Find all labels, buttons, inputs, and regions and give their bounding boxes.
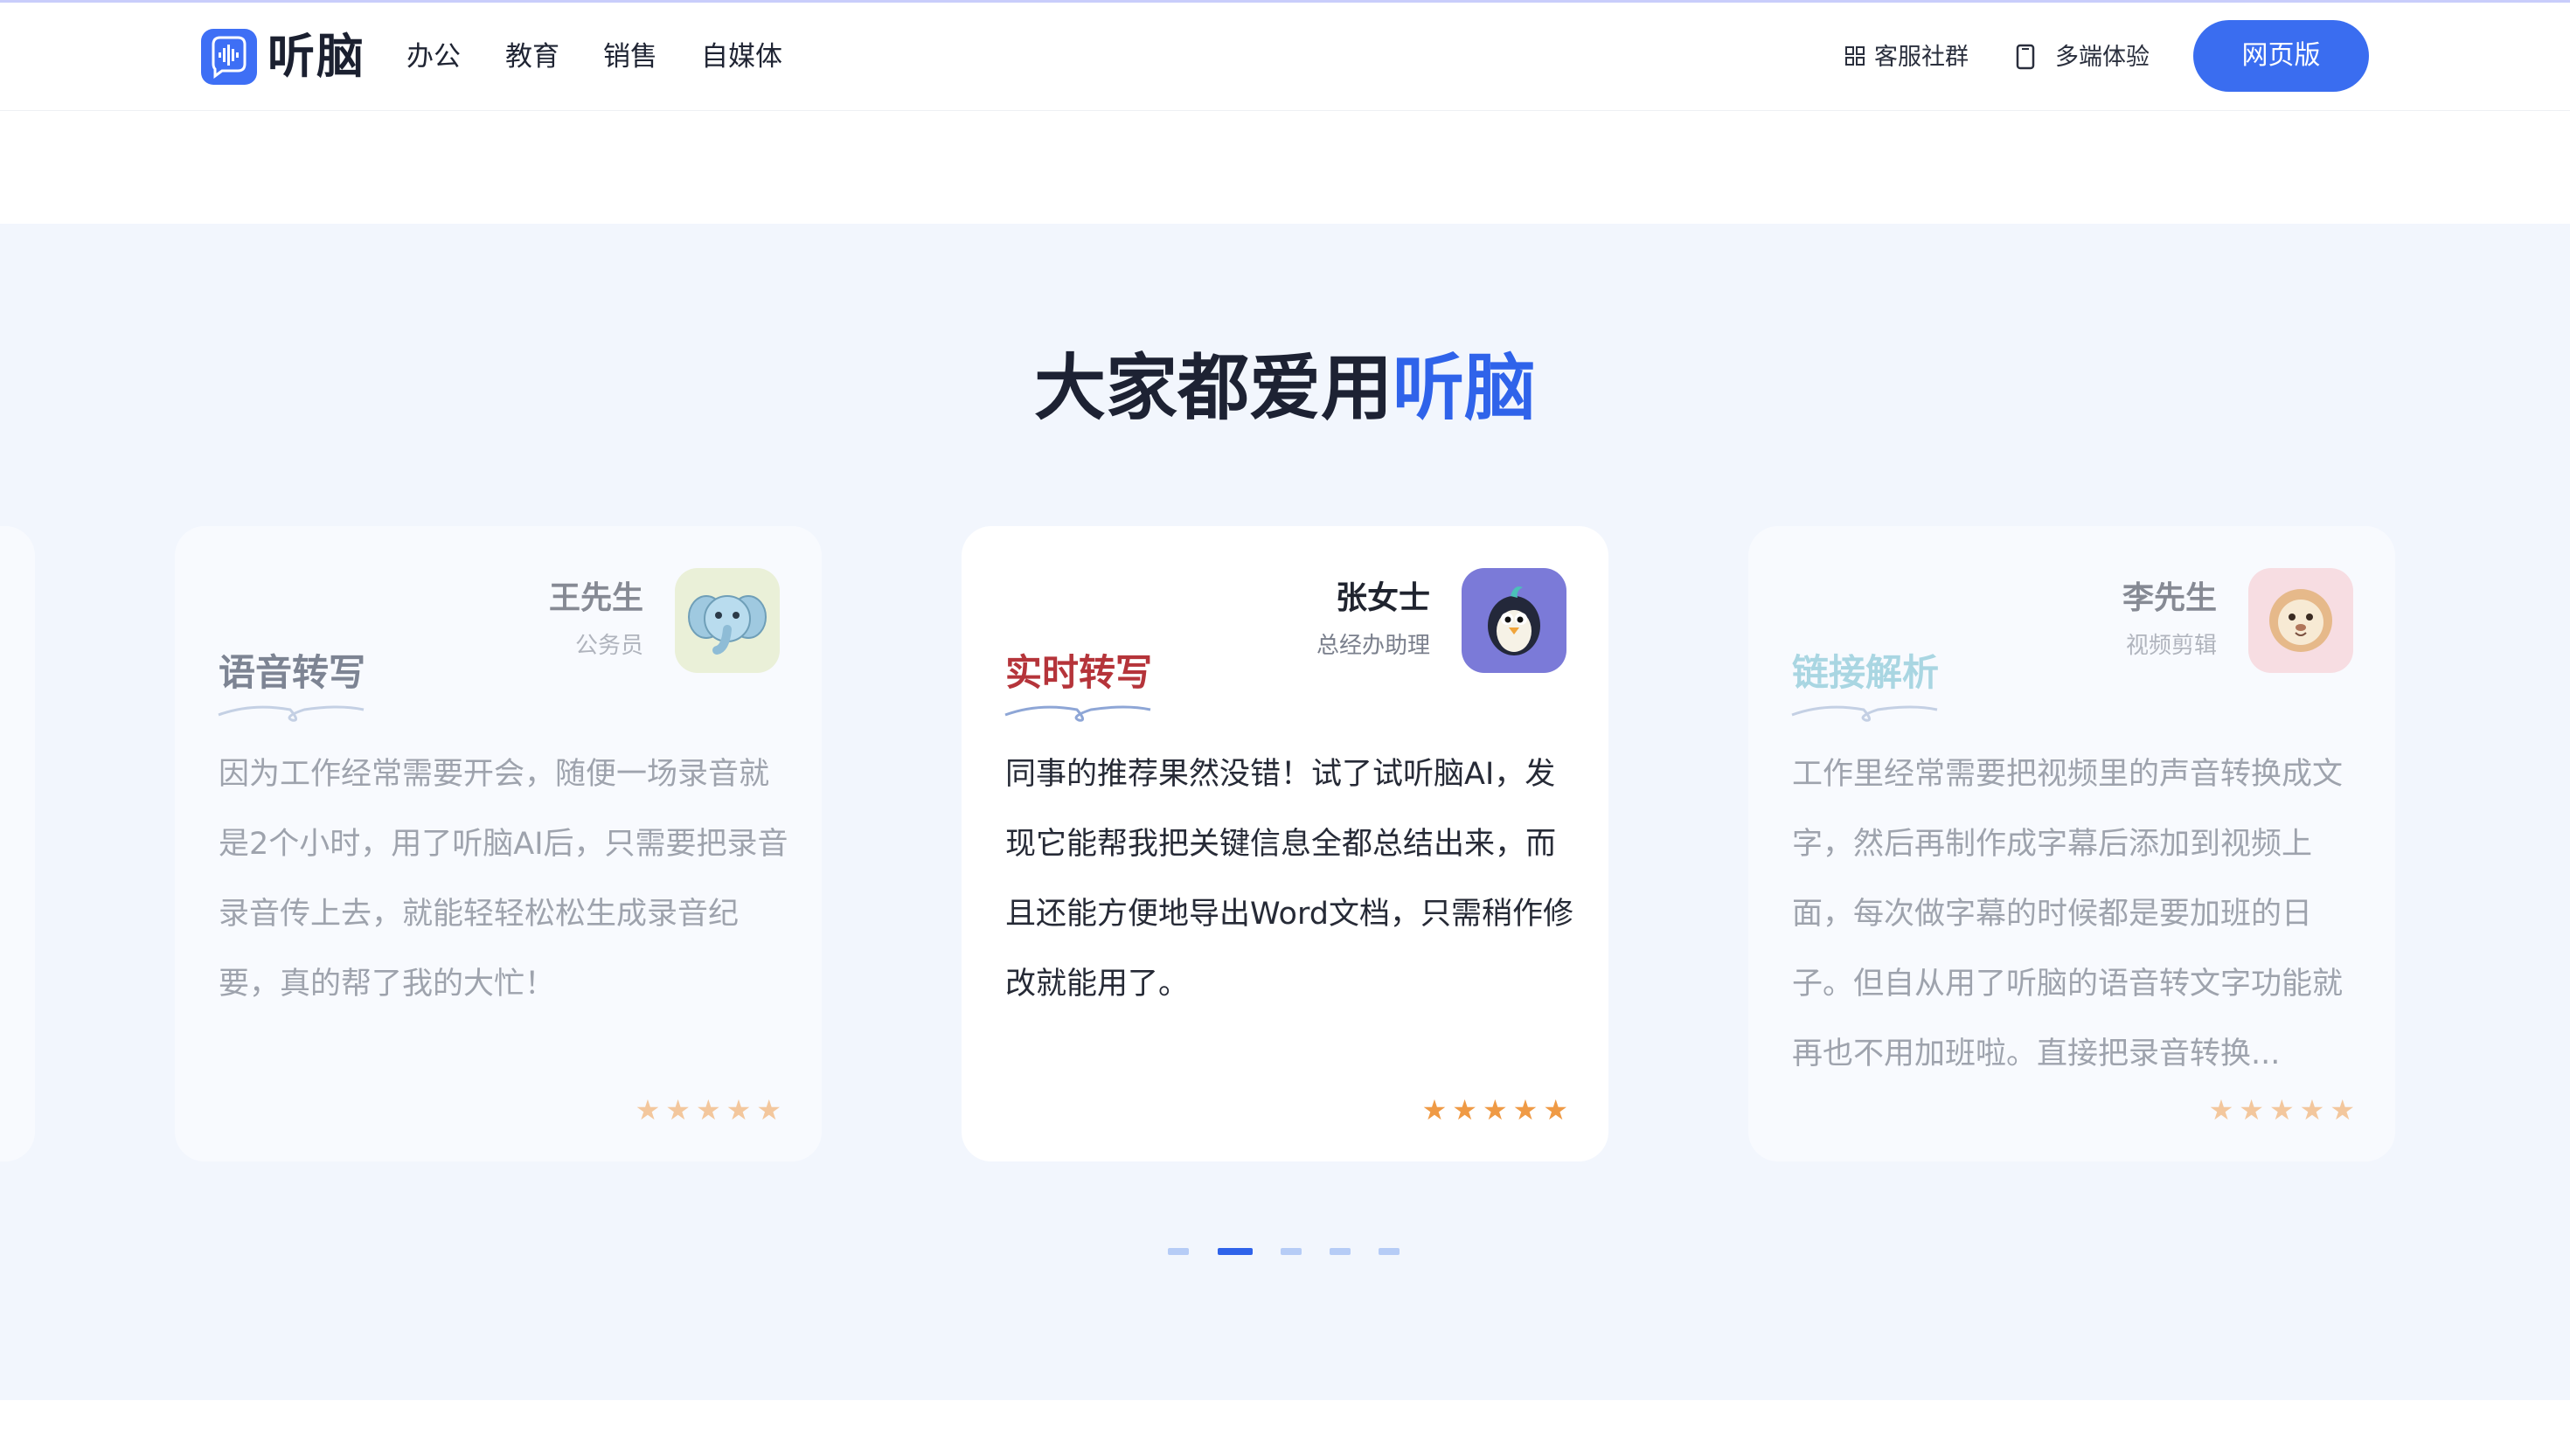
rating-stars: ★★★★★ bbox=[1421, 1093, 1573, 1127]
nav-item-sales[interactable]: 销售 bbox=[603, 38, 657, 76]
feature-tag: 语音转写 bbox=[219, 651, 366, 694]
phone-icon bbox=[2016, 44, 2035, 70]
user-role: 视频剪辑 bbox=[2125, 633, 2217, 659]
pager-dot-4[interactable] bbox=[1330, 1248, 1351, 1255]
squiggle-underline bbox=[1004, 705, 1151, 722]
testimonial-card[interactable]: 李先生 视频剪辑 链接解析 工作里经常需要把视频里的声音转换成文字，然后再制作成… bbox=[1748, 526, 2395, 1161]
web-version-button[interactable]: 网页版 bbox=[2193, 20, 2369, 92]
multi-device-link[interactable]: 多端体验 bbox=[2015, 38, 2155, 77]
user-name: 李先生 bbox=[2122, 580, 2217, 616]
squiggle-underline bbox=[1791, 705, 1938, 722]
testimonial-card[interactable]: 张女士 总经办助理 实时转写 同事的推荐果然没错！试了试听脑AI，发现它能帮我把… bbox=[962, 526, 1608, 1161]
nav-item-education[interactable]: 教育 bbox=[505, 38, 559, 76]
section-title-prefix: 大家都爱用 bbox=[1033, 347, 1393, 430]
testimonials-section: 大家都爱用听脑 王先生 公务员 语音转写 因为工作经常需要开会，随便一场录音就是… bbox=[0, 224, 2570, 1400]
elephant-avatar bbox=[675, 568, 780, 673]
rating-stars: ★★★★★ bbox=[635, 1093, 787, 1127]
testimonial-card-partial[interactable] bbox=[0, 526, 35, 1161]
penguin-avatar bbox=[1462, 568, 1566, 673]
testimonial-quote: 工作里经常需要把视频里的声音转换成文字，然后再制作成字幕后添加到视频上面，每次做… bbox=[1792, 757, 2344, 1071]
rating-stars: ★★★★★ bbox=[2208, 1093, 2360, 1127]
user-name: 张女士 bbox=[1335, 580, 1430, 616]
nav-item-self-media[interactable]: 自媒体 bbox=[701, 38, 782, 76]
feature-tag: 实时转写 bbox=[1005, 651, 1153, 694]
user-role: 公务员 bbox=[574, 633, 643, 659]
brand-logo-icon[interactable] bbox=[201, 29, 257, 85]
testimonial-card[interactable]: 王先生 公务员 语音转写 因为工作经常需要开会，随便一场录音就是2个小时，用了听… bbox=[175, 526, 822, 1161]
lion-avatar bbox=[2248, 568, 2353, 673]
user-role: 总经办助理 bbox=[1316, 633, 1430, 659]
multi-device-label: 多端体验 bbox=[2055, 44, 2150, 71]
pager-dot-2-active[interactable] bbox=[1218, 1248, 1253, 1255]
section-title: 大家都爱用听脑 bbox=[0, 341, 2570, 437]
pager-dot-5[interactable] bbox=[1379, 1248, 1400, 1255]
nav-item-office[interactable]: 办公 bbox=[406, 38, 461, 76]
testimonial-quote: 因为工作经常需要开会，随便一场录音就是2个小时，用了听脑AI后，只需要把录音录音… bbox=[219, 757, 788, 1002]
pager-dot-3[interactable] bbox=[1281, 1248, 1302, 1255]
feature-tag: 链接解析 bbox=[1792, 651, 1940, 694]
pager-dot-1[interactable] bbox=[1168, 1248, 1189, 1255]
brand-name[interactable]: 听脑 bbox=[267, 25, 365, 88]
grid-icon bbox=[1845, 46, 1865, 66]
site-header: 听脑 办公 教育 销售 自媒体 客服社群 多端体验 网页版 bbox=[0, 3, 2570, 111]
user-name: 王先生 bbox=[548, 580, 643, 616]
testimonial-quote: 同事的推荐果然没错！试了试听脑AI，发现它能帮我把关键信息全都总结出来，而且还能… bbox=[1005, 757, 1573, 1002]
squiggle-underline bbox=[218, 705, 365, 722]
community-link[interactable]: 客服社群 bbox=[1844, 38, 1976, 77]
section-title-highlight: 听脑 bbox=[1393, 347, 1537, 430]
community-label: 客服社群 bbox=[1874, 44, 1969, 71]
